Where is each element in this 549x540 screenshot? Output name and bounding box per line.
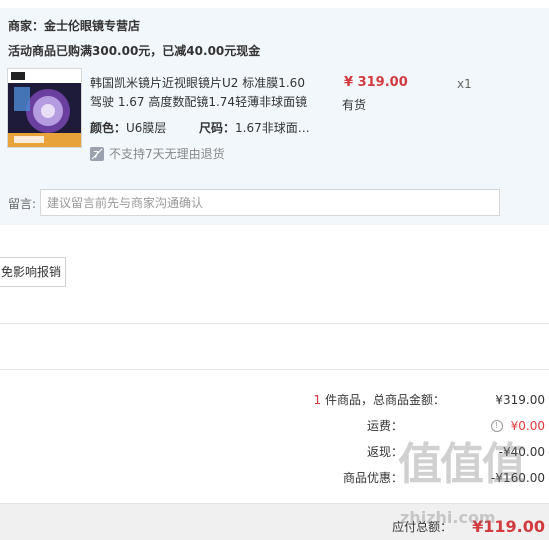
product-quantity: x1 xyxy=(457,77,472,91)
payable-value: ¥119.00 xyxy=(472,517,545,536)
payable-label: 应付总额： xyxy=(392,520,453,534)
store-line: 商家：金士伦眼镜专营店 xyxy=(8,17,140,34)
size-label: 尺码： xyxy=(199,121,236,135)
shipping-value-wrap: ! ¥0.00 xyxy=(445,419,545,433)
summary-shipping-row: 运费： ! ¥0.00 xyxy=(367,417,545,434)
discount-value: -¥160.00 xyxy=(491,470,545,485)
store-name-link[interactable]: 金士伦眼镜专营店 xyxy=(44,19,140,33)
color-label: 颜色： xyxy=(90,121,127,135)
summary-count-label: 1 件商品，总商品金额： xyxy=(314,391,445,408)
receipt-button[interactable]: 免影响报销 xyxy=(0,257,66,287)
summary-payable-row: 应付总额： ¥119.00 xyxy=(392,517,545,536)
remark-label: 留言: xyxy=(8,197,37,211)
store-label: 商家： xyxy=(8,19,45,33)
size-spec: 尺码：1.67非球面… xyxy=(199,119,310,136)
divider xyxy=(0,323,549,324)
size-value: 1.67非球面… xyxy=(235,121,310,135)
shipping-value: ¥0.00 xyxy=(510,418,545,433)
product-price: ¥ 319.00 xyxy=(344,75,408,90)
product-thumbnail[interactable] xyxy=(7,68,82,148)
summary-discount-row: 商品优惠： -¥160.00 xyxy=(343,469,545,486)
summary-cashback-row: 返现： -¥40.00 xyxy=(367,443,545,460)
cashback-value: -¥40.00 xyxy=(498,444,545,459)
shipping-label: 运费： xyxy=(366,419,403,433)
item-count: 1 xyxy=(313,393,322,407)
summary-total-row: 1 件商品，总商品金额： ¥319.00 xyxy=(314,391,545,408)
remark-input[interactable] xyxy=(40,189,500,216)
product-specs: 颜色：U6膜层 xyxy=(90,119,166,136)
no-return-icon: 7 xyxy=(90,146,104,161)
product-image xyxy=(8,69,81,147)
stock-status: 有货 xyxy=(342,98,367,112)
product-title-link[interactable]: 韩国凯米镜片近视眼镜片U2 标准膜1.60 驾驶 1.67 高度数配镜1.74轻… xyxy=(90,74,307,112)
discount-label: 商品优惠： xyxy=(342,471,403,485)
color-value: U6膜层 xyxy=(126,121,167,135)
summary-total-value: ¥319.00 xyxy=(495,392,545,407)
item-count-suffix: 件商品，总商品金额： xyxy=(324,393,445,407)
return-policy: 7 不支持7天无理由退货 xyxy=(90,145,225,162)
cashback-label: 返现： xyxy=(366,445,403,459)
return-policy-text: 不支持7天无理由退货 xyxy=(109,147,225,161)
info-icon[interactable]: ! xyxy=(490,419,503,432)
product-title-line: 驾驶 1.67 高度数配镜1.74轻薄非球面镜 xyxy=(90,95,308,109)
product-title-line: 韩国凯米镜片近视眼镜片U2 标准膜1.60 xyxy=(90,76,305,90)
promotion-text: 活动商品已购满300.00元，已减40.00元现金 xyxy=(8,44,261,58)
divider xyxy=(0,369,549,370)
